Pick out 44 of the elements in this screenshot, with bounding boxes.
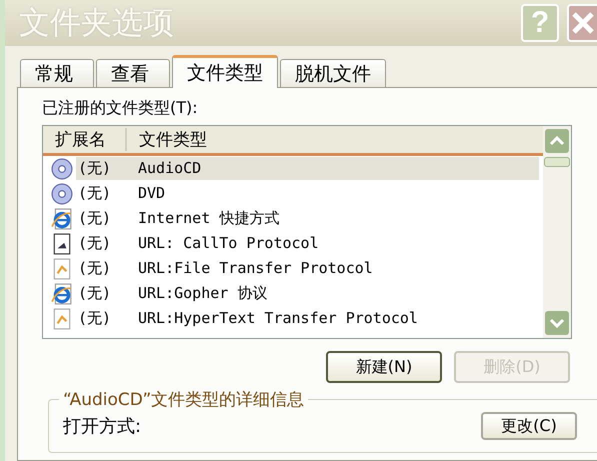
file-type-cell-text: URL:File Transfer Protocol xyxy=(137,258,374,279)
file-type-cell-text: URL:HyperText Transfer Protocol xyxy=(137,308,419,329)
dialog-button[interactable]: 新建(N) xyxy=(326,351,442,383)
list-row[interactable]: (无) URL:Gopher 协议 xyxy=(43,281,543,306)
list-row[interactable]: (无) Internet 快捷方式 xyxy=(43,206,543,231)
close-button[interactable] xyxy=(567,4,597,42)
file-type-cell-text: URL:Gopher 协议 xyxy=(137,283,268,304)
extension-cell-text: (无) xyxy=(77,233,112,254)
scroll-up-icon[interactable] xyxy=(544,128,570,154)
document-icon xyxy=(51,258,73,280)
file-type-cell-text: Internet 快捷方式 xyxy=(137,208,280,229)
document-icon xyxy=(51,232,73,254)
scroll-thumb[interactable] xyxy=(544,157,570,167)
disc-icon xyxy=(51,158,73,180)
list-row[interactable]: (无) URL:File Transfer Protocol xyxy=(43,256,543,281)
tab[interactable]: 文件类型 xyxy=(172,55,278,88)
file-type-cell-text: URL: CallTo Protocol xyxy=(137,233,320,254)
file-type-cell: AudioCD xyxy=(130,157,539,180)
list-label: 已注册的文件类型(T): xyxy=(42,98,199,119)
list-row[interactable]: (无) DVD xyxy=(43,181,543,206)
browser-icon xyxy=(51,282,73,304)
list-row[interactable]: (无) AudioCD xyxy=(43,156,543,181)
open-with-label: 打开方式: xyxy=(63,415,142,438)
browser-icon xyxy=(51,208,73,230)
list-row[interactable]: (无) URL: CallTo Protocol xyxy=(43,231,543,256)
tab[interactable]: 常规 xyxy=(20,59,94,87)
extension-cell-text: (无) xyxy=(77,308,112,329)
tab[interactable]: 脱机文件 xyxy=(280,59,386,87)
scroll-down-icon[interactable] xyxy=(544,310,570,336)
extension-cell-text: (无) xyxy=(77,183,112,204)
extension-cell-text: (无) xyxy=(77,258,112,279)
scrollbar[interactable] xyxy=(543,126,571,338)
change-button[interactable]: 更改(C) xyxy=(481,412,577,440)
disc-icon xyxy=(51,182,73,204)
column-header[interactable]: 文件类型 xyxy=(127,128,207,151)
extension-cell-text: (无) xyxy=(77,208,112,229)
tab[interactable]: 查看 xyxy=(96,59,170,87)
extension-cell-text: (无) xyxy=(77,283,112,304)
file-type-cell-text: DVD xyxy=(137,183,166,204)
column-header[interactable]: 扩展名 xyxy=(43,128,127,151)
list-row[interactable]: (无) URL:HyperText Transfer Protocol xyxy=(43,306,543,331)
extension-cell: (无) xyxy=(76,157,130,180)
close-icon xyxy=(570,10,596,36)
document-icon xyxy=(51,308,73,330)
